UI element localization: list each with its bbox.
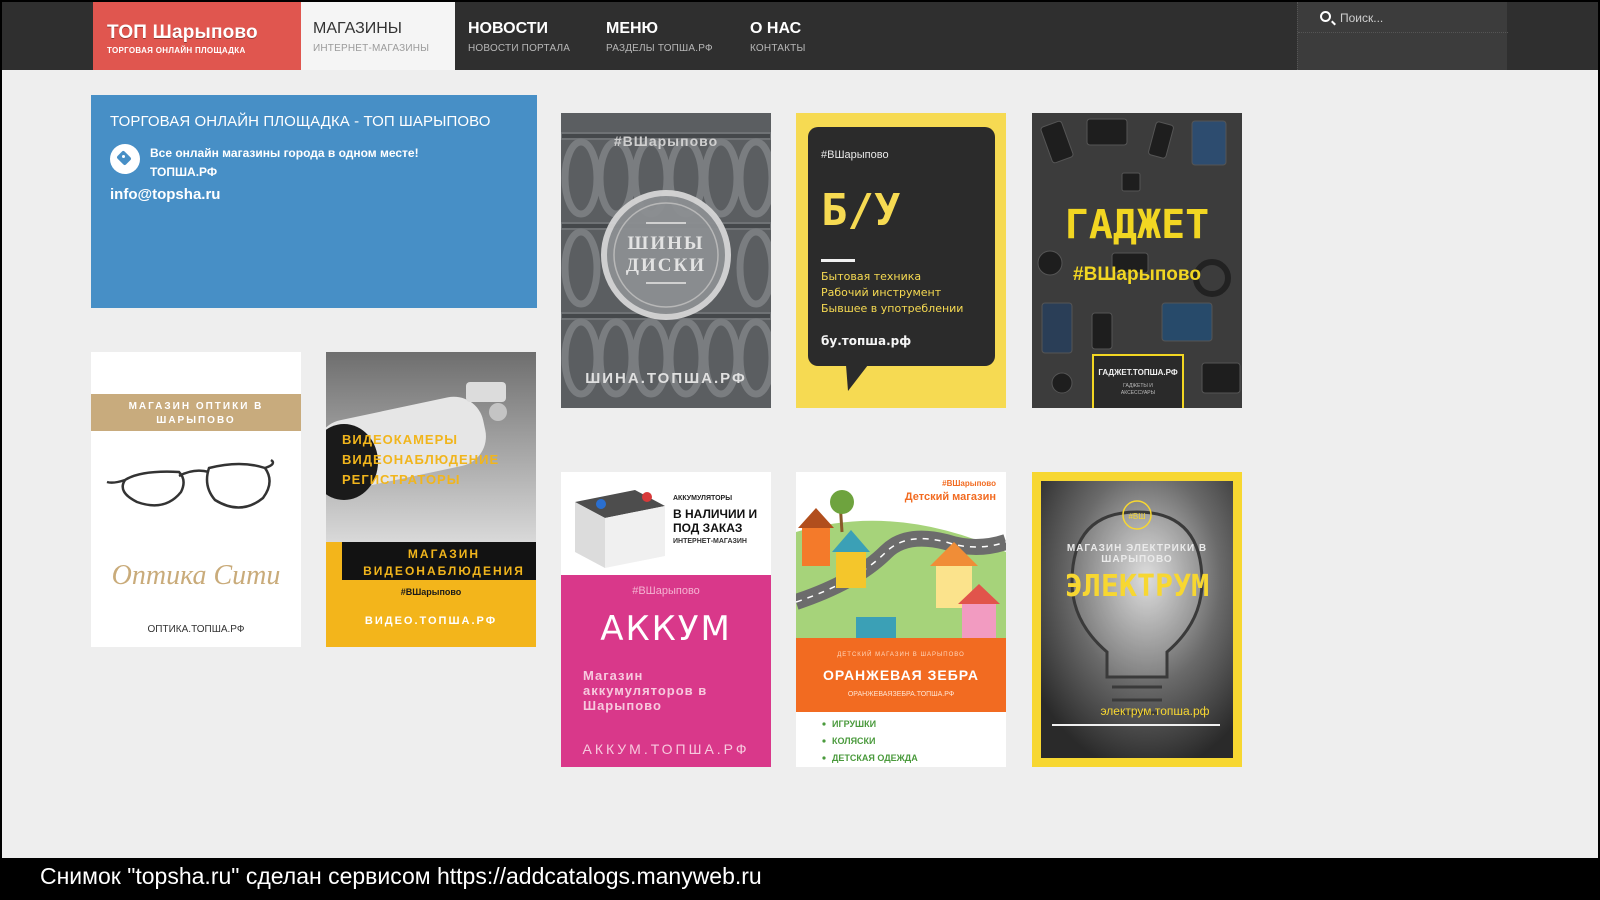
site-logo[interactable]: ТОП Шарыпово ТОРГОВАЯ ОНЛАЙН ПЛОЩАДКА <box>93 2 301 70</box>
tile-bu-site: бу.топша.рф <box>821 334 911 348</box>
tile-akkum-desc1: Магазин <box>583 668 643 683</box>
browser-viewport: ТОП Шарыпово ТОРГОВАЯ ОНЛАЙН ПЛОЩАДКА МА… <box>2 2 1598 858</box>
tile-zebra-site: ОРАНЖЕВАЯЗЕБРА.ТОПША.РФ <box>848 691 954 698</box>
tile-akkum-site: АККУМ.ТОПША.РФ <box>582 741 749 757</box>
tile-shina-art: #ВШарыпово ШИНЫ ДИСКИ ШИНА.ТОПША.РФ <box>561 113 771 408</box>
search-box <box>1297 2 1508 70</box>
nav-item-subtitle: ИНТЕРНЕТ-МАГАЗИНЫ <box>313 43 430 54</box>
top-navigation-bar: ТОП Шарыпово ТОРГОВАЯ ОНЛАЙН ПЛОЩАДКА МА… <box>2 2 1598 70</box>
tile-elektrum[interactable]: #ВШ МАГАЗИН ЭЛЕКТРИКИ В ШАРЫПОВО ЭЛЕКТРУ… <box>1032 472 1242 767</box>
tile-akkum-top1: В НАЛИЧИИ И <box>673 507 757 521</box>
tile-optika-banner1: МАГАЗИН ОПТИКИ В <box>129 401 264 412</box>
tile-video-banner2: ВИДЕОНАБЛЮДЕНИЯ <box>363 564 525 578</box>
logo-subtitle: ТОРГОВАЯ ОНЛАЙН ПЛОЩАДКА <box>107 46 246 55</box>
tile-optika-banner2: ШАРЫПОВО <box>156 415 235 426</box>
tag-icon <box>110 144 140 174</box>
tile-bu-line3: Бывшее в употреблении <box>821 302 963 315</box>
tile-zebra-small: ДЕТСКИЙ МАГАЗИН В ШАРЫПОВО <box>837 650 965 658</box>
nav-item-news[interactable]: НОВОСТИ НОВОСТИ ПОРТАЛА <box>456 2 592 70</box>
info-description: Все онлайн магазины города в одном месте… <box>150 144 419 182</box>
tile-zebra-item3: ДЕТСКАЯ ОДЕЖДА <box>832 753 918 763</box>
tile-video-banner1: МАГАЗИН <box>408 547 480 561</box>
tile-akkum-desc3: Шарыпово <box>583 698 662 713</box>
tile-gadget-title: ГАДЖЕТ <box>1065 202 1210 248</box>
tile-gadget-small2: АКСЕССУАРЫ <box>1121 390 1156 396</box>
tile-akkum[interactable]: АККУМУЛЯТОРЫ В НАЛИЧИИ И ПОД ЗАКАЗ ИНТЕР… <box>561 472 771 767</box>
tile-bu[interactable]: #ВШарыпово Б/У Бытовая техника Рабочий и… <box>796 113 1006 408</box>
nav-item-menu[interactable]: МЕНЮ РАЗДЕЛЫ ТОПША.РФ <box>594 2 734 70</box>
info-card: ТОРГОВАЯ ОНЛАЙН ПЛОЩАДКА - ТОП ШАРЫПОВО … <box>91 95 537 308</box>
nav-item-title: НОВОСТИ <box>468 20 549 37</box>
tile-shina[interactable]: #ВШарыпово ШИНЫ ДИСКИ ШИНА.ТОПША.РФ <box>561 113 771 408</box>
logo-title: ТОП Шарыпово <box>107 22 258 43</box>
tile-video-line1: ВИДЕОКАМЕРЫ <box>342 432 458 447</box>
tile-video-art: ВИДЕОКАМЕРЫ ВИДЕОНАБЛЮДЕНИЕ РЕГИСТРАТОРЫ… <box>326 352 536 647</box>
tile-gadget-art: ГАДЖЕТ #ВШарыпово ГАДЖЕТ.ТОПША.РФ ГАДЖЕТ… <box>1032 113 1242 408</box>
nav-item-title: МАГАЗИНЫ <box>313 20 402 37</box>
tile-optika-name: Оптика Сити <box>112 560 281 591</box>
info-title: ТОРГОВАЯ ОНЛАЙН ПЛОЩАДКА - ТОП ШАРЫПОВО <box>110 113 491 130</box>
tile-shina-line2: ДИСКИ <box>626 255 706 276</box>
tile-akkum-top3: ИНТЕРНЕТ-МАГАЗИН <box>673 538 747 545</box>
tile-bu-title: Б/У <box>821 185 900 236</box>
tile-zebra-name: ОРАНЖЕВАЯ ЗЕБРА <box>823 667 979 683</box>
tile-optika-site: ОПТИКА.ТОПША.РФ <box>148 624 245 635</box>
tile-gadget-site: ГАДЖЕТ.ТОПША.РФ <box>1098 368 1178 377</box>
tile-video[interactable]: ВИДЕОКАМЕРЫ ВИДЕОНАБЛЮДЕНИЕ РЕГИСТРАТОРЫ… <box>326 352 536 647</box>
search-divider <box>1298 32 1508 33</box>
nav-item-subtitle: КОНТАКТЫ <box>750 43 806 54</box>
tile-zebra-hashtag: #ВШарыпово <box>942 479 996 488</box>
tile-elektrum-title: ЭЛЕКТРУМ <box>1065 569 1210 604</box>
tile-video-site: ВИДЕО.ТОПША.РФ <box>365 615 497 627</box>
tile-optika[interactable]: МАГАЗИН ОПТИКИ В ШАРЫПОВО Оптика Сити ОП… <box>91 352 301 647</box>
info-line-2: ТОПША.РФ <box>150 165 218 179</box>
info-line-1: Все онлайн магазины города в одном месте… <box>150 146 419 160</box>
tile-zebra-art: ДЕТСКИЙ МАГАЗИН В ШАРЫПОВО ОРАНЖЕВАЯ ЗЕБ… <box>796 472 1006 767</box>
nav-item-title: О НАС <box>750 20 802 37</box>
tile-akkum-hashtag: #ВШарыпово <box>632 585 700 597</box>
tile-video-hashtag: #ВШарыпово <box>401 587 462 597</box>
nav-item-title: МЕНЮ <box>606 20 659 37</box>
tile-akkum-desc2: аккумуляторов в <box>583 683 707 698</box>
tile-shina-site: ШИНА.ТОПША.РФ <box>585 370 747 387</box>
tile-zebra-item1: ИГРУШКИ <box>832 719 876 729</box>
tile-elektrum-site: электрум.топша.рф <box>1100 704 1209 718</box>
tile-elektrum-badge: #ВШ <box>1128 512 1145 521</box>
tile-shina-line1: ШИНЫ <box>627 233 704 254</box>
tile-optika-art: МАГАЗИН ОПТИКИ В ШАРЫПОВО Оптика Сити ОП… <box>91 352 301 647</box>
tile-akkum-title: АККУМ <box>600 609 732 649</box>
tile-gadget-hashtag: #ВШарыпово <box>1073 264 1201 285</box>
tile-akkum-top2: ПОД ЗАКАЗ <box>673 521 742 535</box>
tile-video-line3: РЕГИСТРАТОРЫ <box>342 472 460 487</box>
tile-akkum-top0: АККУМУЛЯТОРЫ <box>673 495 732 502</box>
tile-bu-hashtag: #ВШарыпово <box>821 149 889 161</box>
nav-item-about[interactable]: О НАС КОНТАКТЫ <box>738 2 838 70</box>
screenshot-caption: Снимок "topsha.ru" сделан сервисом https… <box>0 858 1600 900</box>
tile-elektrum-sub2: ШАРЫПОВО <box>1101 554 1172 565</box>
info-row: Все онлайн магазины города в одном месте… <box>110 144 518 182</box>
tile-bu-line2: Рабочий инструмент <box>821 286 942 299</box>
battery-icon <box>575 490 665 568</box>
nav-item-subtitle: НОВОСТИ ПОРТАЛА <box>468 43 571 54</box>
tile-gadget-small: ГАДЖЕТЫ И <box>1123 383 1153 389</box>
nav-item-shops[interactable]: МАГАЗИНЫ ИНТЕРНЕТ-МАГАЗИНЫ <box>301 2 455 70</box>
tile-gadget[interactable]: ГАДЖЕТ #ВШарыпово ГАДЖЕТ.ТОПША.РФ ГАДЖЕТ… <box>1032 113 1242 408</box>
info-email[interactable]: info@topsha.ru <box>110 186 518 203</box>
tile-akkum-art: АККУМУЛЯТОРЫ В НАЛИЧИИ И ПОД ЗАКАЗ ИНТЕР… <box>561 472 771 767</box>
tile-bu-art: #ВШарыпово Б/У Бытовая техника Рабочий и… <box>796 113 1006 408</box>
search-input[interactable] <box>1340 8 1490 28</box>
tile-shina-hashtag: #ВШарыпово <box>614 133 718 149</box>
nav-item-subtitle: РАЗДЕЛЫ ТОПША.РФ <box>606 43 713 54</box>
search-icon[interactable] <box>1320 11 1331 22</box>
tile-bu-line1: Бытовая техника <box>821 270 921 283</box>
tile-zebra-title: Детский магазин <box>905 491 996 503</box>
tile-video-line2: ВИДЕОНАБЛЮДЕНИЕ <box>342 452 499 467</box>
tile-zebra-item2: КОЛЯСКИ <box>832 736 876 746</box>
tile-elektrum-sub1: МАГАЗИН ЭЛЕКТРИКИ В <box>1067 543 1207 554</box>
tile-elektrum-art: #ВШ МАГАЗИН ЭЛЕКТРИКИ В ШАРЫПОВО ЭЛЕКТРУ… <box>1032 472 1242 767</box>
tile-zebra[interactable]: ДЕТСКИЙ МАГАЗИН В ШАРЫПОВО ОРАНЖЕВАЯ ЗЕБ… <box>796 472 1006 767</box>
